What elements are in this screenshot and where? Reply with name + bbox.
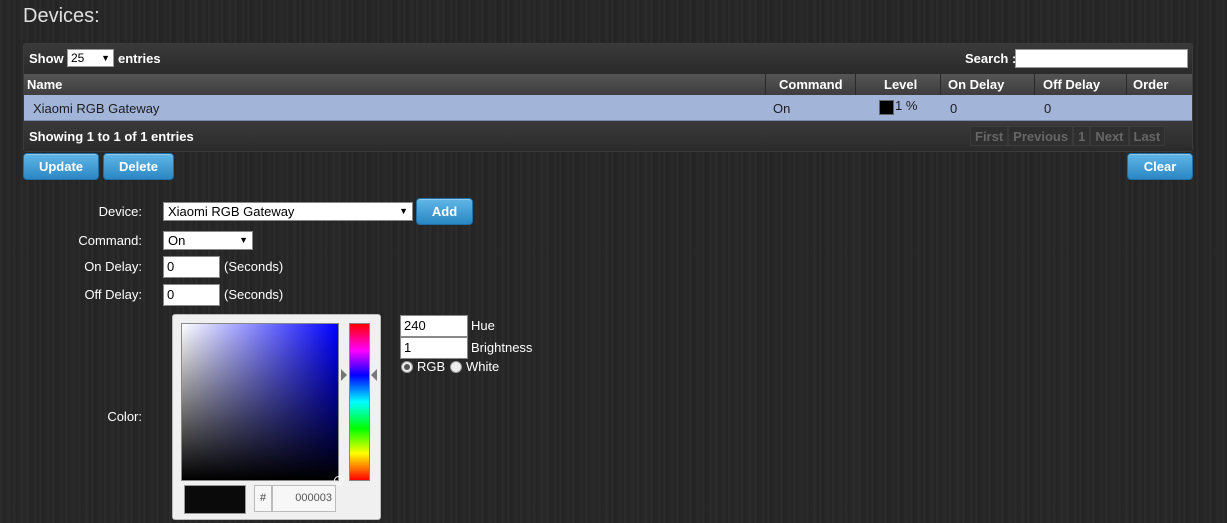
sv-cursor[interactable] (334, 476, 343, 485)
pager-previous[interactable]: Previous (1008, 126, 1074, 146)
hue-marker-left-icon (341, 369, 347, 381)
chevron-down-icon: ▼ (101, 53, 110, 63)
pager-next[interactable]: Next (1090, 126, 1129, 146)
table-toolbar: Show 25 ▼ entries Search : (24, 44, 1192, 74)
entries-label: entries (118, 51, 161, 66)
pagination: First Previous 1 Next Last (970, 126, 1166, 146)
command-select[interactable]: On ▼ (163, 231, 253, 250)
table-row[interactable]: Xiaomi RGB Gateway On 1 % 0 0 (24, 95, 1192, 121)
color-picker: # 000003 (172, 314, 381, 520)
mode-rgb-label: RGB (417, 359, 446, 374)
page-title: Devices: (23, 5, 100, 27)
clear-button[interactable]: Clear (1127, 153, 1193, 180)
cell-off-delay: 0 (1044, 101, 1052, 116)
add-button[interactable]: Add (416, 198, 473, 225)
saturation-value-area[interactable] (181, 323, 343, 485)
table-header: Name Command Level On Delay Off Delay Or… (24, 74, 1192, 95)
col-level[interactable]: Level (884, 77, 917, 92)
off-delay-unit: (Seconds) (224, 287, 284, 302)
hue-input[interactable]: 240 (400, 315, 468, 337)
device-label: Device: (98, 204, 142, 219)
col-name[interactable]: Name (27, 77, 62, 92)
delete-button[interactable]: Delete (103, 153, 174, 180)
search-label: Search : (965, 51, 1017, 66)
pager-first[interactable]: First (970, 126, 1009, 146)
hex-prefix: # (254, 485, 272, 512)
page-size-value: 25 (71, 51, 85, 65)
chevron-down-icon: ▼ (399, 206, 408, 216)
cell-name: Xiaomi RGB Gateway (33, 101, 160, 116)
brightness-input[interactable]: 1 (400, 337, 468, 359)
show-label: Show (29, 51, 64, 66)
command-label: Command: (78, 233, 142, 248)
col-off-delay[interactable]: Off Delay (1043, 77, 1100, 92)
chevron-down-icon: ▼ (239, 235, 248, 245)
command-select-value: On (168, 233, 186, 248)
brightness-label: Brightness (471, 340, 533, 355)
hue-slider[interactable] (349, 323, 370, 481)
cell-level: 1 % (895, 98, 918, 113)
table-footer: Showing 1 to 1 of 1 entries First Previo… (24, 121, 1192, 151)
hex-input[interactable]: 000003 (272, 485, 336, 512)
pager-last[interactable]: Last (1128, 126, 1166, 146)
col-order[interactable]: Order (1133, 77, 1168, 92)
cell-command: On (773, 101, 791, 116)
col-on-delay[interactable]: On Delay (948, 77, 1004, 92)
devices-table: Show 25 ▼ entries Search : Name Command … (23, 43, 1193, 152)
color-label: Color: (107, 409, 142, 424)
on-delay-unit: (Seconds) (224, 259, 284, 274)
on-delay-label: On Delay: (84, 259, 142, 274)
on-delay-input[interactable]: 0 (163, 256, 220, 278)
off-delay-label: Off Delay: (84, 287, 142, 302)
search-input[interactable] (1015, 49, 1188, 68)
mode-white-radio[interactable] (450, 361, 462, 373)
hue-marker-right-icon (371, 369, 377, 381)
table-info: Showing 1 to 1 of 1 entries (29, 129, 194, 144)
device-select[interactable]: Xiaomi RGB Gateway ▼ (163, 202, 413, 221)
cell-on-delay: 0 (950, 101, 958, 116)
mode-rgb-radio[interactable] (401, 361, 413, 373)
col-command[interactable]: Command (779, 77, 843, 92)
mode-white-label: White (466, 359, 500, 374)
device-select-value: Xiaomi RGB Gateway (168, 204, 295, 219)
level-color-swatch (879, 100, 894, 115)
color-preview (184, 485, 246, 514)
page-size-select[interactable]: 25 ▼ (67, 49, 114, 67)
update-button[interactable]: Update (23, 153, 99, 180)
hue-label: Hue (471, 318, 495, 333)
off-delay-input[interactable]: 0 (163, 284, 220, 306)
pager-page-1[interactable]: 1 (1073, 126, 1091, 146)
